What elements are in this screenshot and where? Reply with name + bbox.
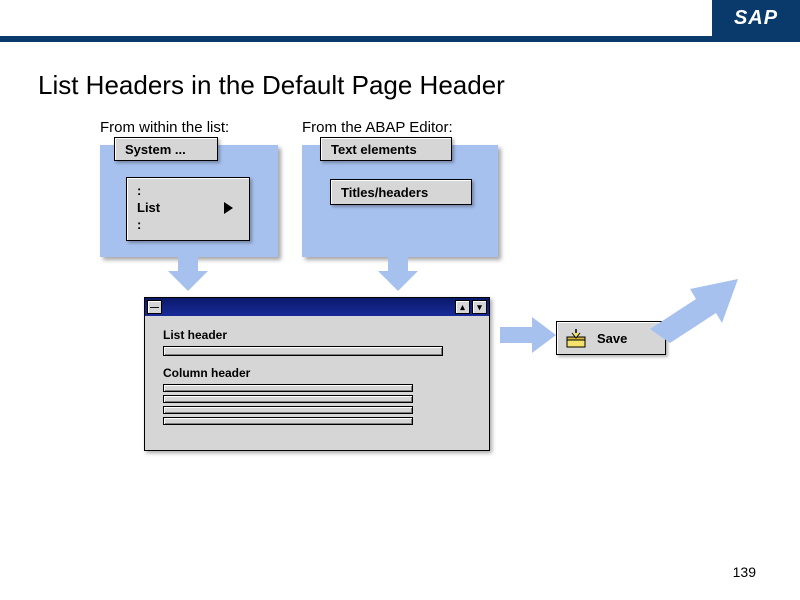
list-menu-label: List xyxy=(137,198,160,218)
text-elements-label: Text elements xyxy=(331,142,417,157)
menu-dots-bottom: : xyxy=(137,218,239,232)
left-panel: System ... : List : xyxy=(100,145,278,257)
system-menu-label: System ... xyxy=(125,142,186,157)
text-elements-button[interactable]: Text elements xyxy=(320,137,452,161)
scroll-down-button[interactable]: ▾ xyxy=(472,300,487,314)
slide-content: From within the list: From the ABAP Edit… xyxy=(0,101,800,561)
caption-from-list: From within the list: xyxy=(100,119,229,136)
system-menu-button[interactable]: System ... xyxy=(114,137,218,161)
column-header-field-3[interactable] xyxy=(163,406,413,414)
arrow-right xyxy=(500,317,556,353)
titles-headers-label: Titles/headers xyxy=(341,185,428,200)
column-header-field-2[interactable] xyxy=(163,395,413,403)
titles-headers-button[interactable]: Titles/headers xyxy=(330,179,472,205)
sap-logo-text: SAP xyxy=(734,7,778,30)
column-header-label: Column header xyxy=(163,366,471,380)
list-header-label: List header xyxy=(163,328,471,342)
menu-dots-top: : xyxy=(137,184,239,198)
header-dialog-window: — ▴ ▾ List header Column header xyxy=(144,297,490,451)
minimize-button[interactable]: — xyxy=(147,300,162,314)
column-header-field-1[interactable] xyxy=(163,384,413,392)
save-label: Save xyxy=(597,331,627,346)
dialog-titlebar: — ▴ ▾ xyxy=(145,298,489,316)
arrow-down-right xyxy=(378,257,418,291)
arrow-down-left xyxy=(168,257,208,291)
brand-bar: SAP xyxy=(0,0,800,36)
dialog-body: List header Column header xyxy=(145,316,489,440)
page-title: List Headers in the Default Page Header xyxy=(38,70,800,101)
save-icon xyxy=(565,327,587,349)
arrow-up-right xyxy=(650,277,740,347)
caption-from-editor: From the ABAP Editor: xyxy=(302,119,453,136)
submenu-arrow-icon xyxy=(224,202,233,214)
page-number: 139 xyxy=(733,564,756,580)
list-submenu[interactable]: : List : xyxy=(126,177,250,241)
right-panel: Text elements Titles/headers xyxy=(302,145,498,257)
header-rule xyxy=(0,36,800,42)
sap-logo: SAP xyxy=(712,0,800,36)
column-header-field-4[interactable] xyxy=(163,417,413,425)
scroll-up-button[interactable]: ▴ xyxy=(455,300,470,314)
list-header-field[interactable] xyxy=(163,346,443,356)
